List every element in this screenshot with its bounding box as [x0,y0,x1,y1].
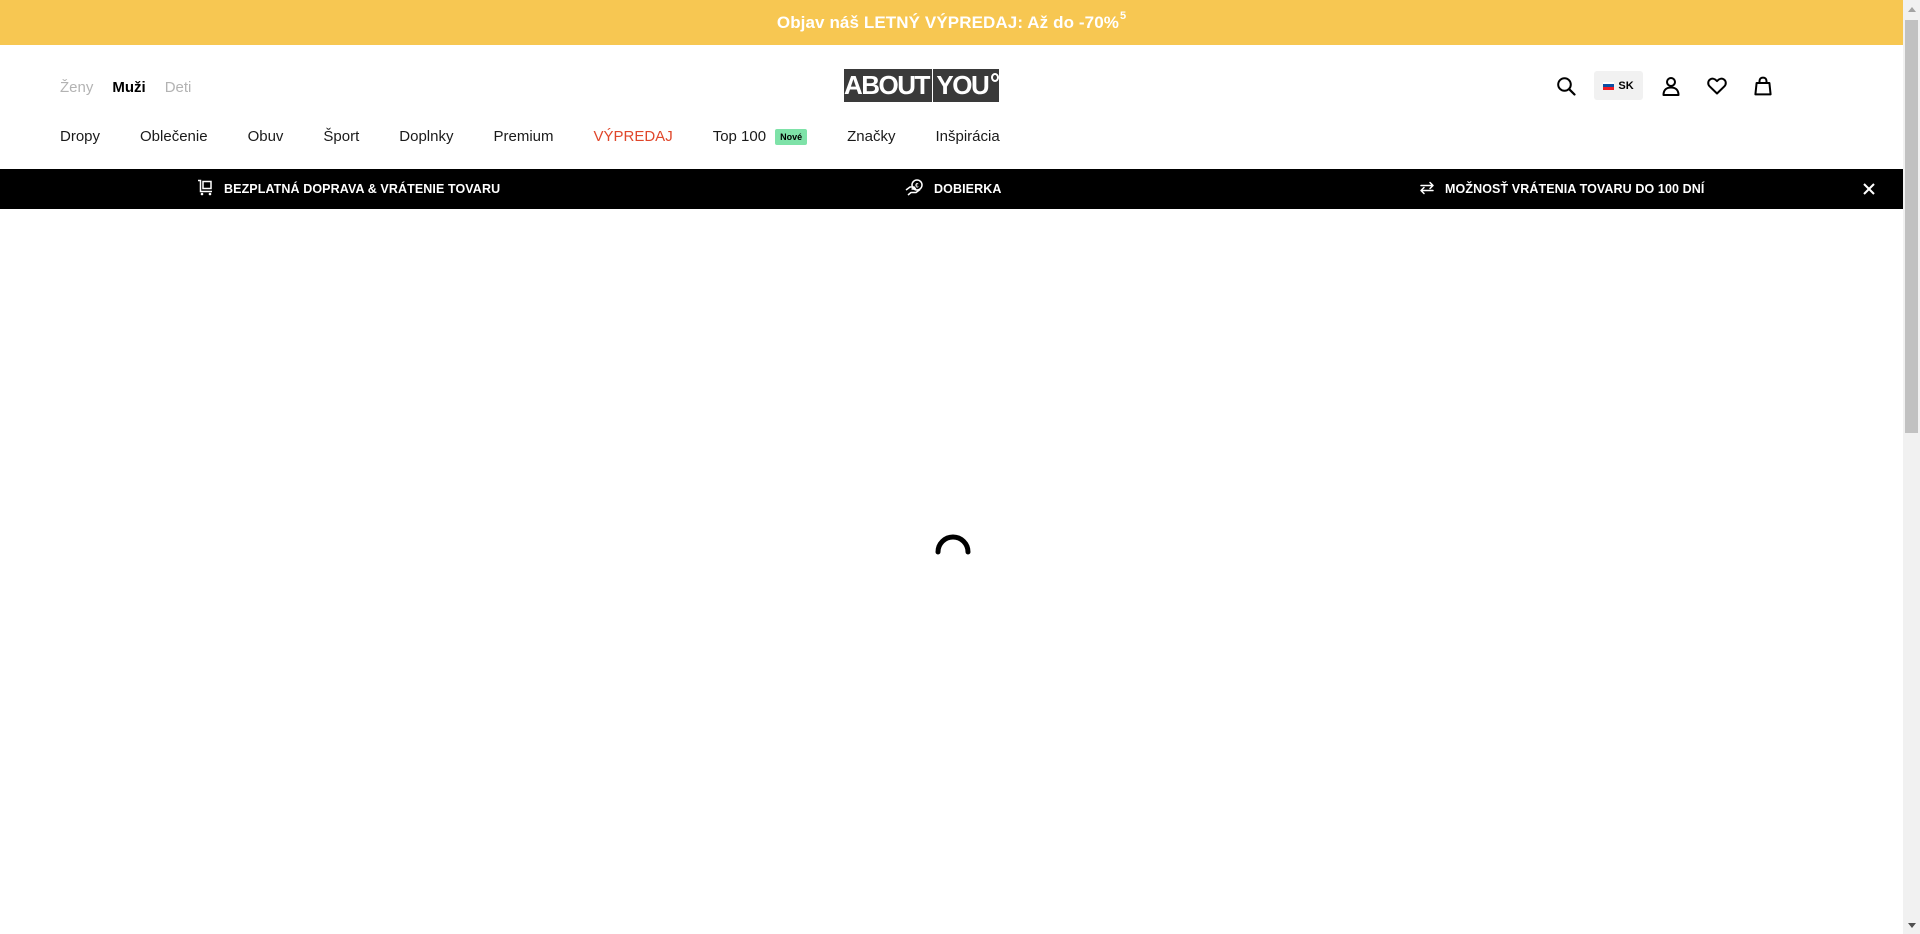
user-icon[interactable] [1658,73,1684,99]
nav-item-sale[interactable]: VÝPREDAJ [594,128,673,145]
search-icon[interactable] [1553,73,1579,99]
cart-icon [197,179,214,199]
nav-item-clothing[interactable]: Oblečenie [140,128,208,145]
site-header: Ženy Muži Deti ABOUT YOU SK Dropy Obleče… [0,45,1903,169]
usp-bar: BEZPLATNÁ DOPRAVA & VRÁTENIE TOVARU € DO… [0,169,1903,209]
new-badge: Nové [775,128,808,145]
nav-item-premium[interactable]: Premium [493,128,553,145]
main-nav: Dropy Oblečenie Obuv Šport Doplnky Premi… [60,128,1040,145]
bag-icon[interactable] [1750,73,1776,99]
usp-free-shipping: BEZPLATNÁ DOPRAVA & VRÁTENIE TOVARU [197,169,500,209]
nav-item-sport[interactable]: Šport [323,128,359,145]
nav-item-top-100-label: Top 100 [712,128,767,145]
promo-banner[interactable]: Objav náš LETNÝ VÝPREDAJ: Až do -70% 5 [0,0,1903,45]
loading-spinner-icon [933,533,973,563]
nav-item-shoes[interactable]: Obuv [248,128,284,145]
gender-tab-men[interactable]: Muži [112,79,145,96]
nav-item-accessories[interactable]: Doplnky [399,128,453,145]
gender-tab-kids[interactable]: Deti [165,79,192,96]
exchange-icon [1419,180,1435,199]
language-code: SK [1618,79,1634,92]
scroll-up-arrow-icon[interactable] [1903,0,1920,17]
usp-cash-on-delivery-label: DOBIERKA [934,182,1002,196]
logo-mark-icon [991,73,999,82]
header-actions: SK [1553,71,1776,100]
svg-text:€: € [915,183,919,189]
nav-item-drops[interactable]: Dropy [60,128,100,145]
scrollbar-thumb[interactable] [1905,20,1918,433]
usp-returns: MOŽNOSŤ VRÁTENIA TOVARU DO 100 DNÍ [1419,169,1704,209]
usp-returns-label: MOŽNOSŤ VRÁTENIA TOVARU DO 100 DNÍ [1445,182,1705,196]
usp-cash-on-delivery: € DOBIERKA [904,169,1001,209]
about-you-logo[interactable]: ABOUT YOU [844,69,999,102]
nav-item-top-100[interactable]: Top 100 Nové [712,128,808,145]
page: Objav náš LETNÝ VÝPREDAJ: Až do -70% 5 Že… [0,0,1903,934]
gender-tab-women[interactable]: Ženy [60,79,93,96]
heart-icon[interactable] [1704,73,1730,99]
close-icon[interactable] [1860,180,1878,198]
language-selector[interactable]: SK [1594,71,1643,100]
nav-item-inspiration[interactable]: Inšpirácia [935,128,999,145]
logo-word-you: YOU [936,70,989,100]
usp-free-shipping-label: BEZPLATNÁ DOPRAVA & VRÁTENIE TOVARU [224,182,501,196]
promo-footnote: 5 [1119,9,1127,22]
logo-word-about: ABOUT [844,70,930,100]
page-scrollbar[interactable] [1903,0,1920,934]
gender-switch: Ženy Muži Deti [60,79,191,96]
slovakia-flag-icon [1603,81,1615,90]
scroll-down-arrow-icon[interactable] [1903,917,1920,934]
nav-item-brands[interactable]: Značky [847,128,895,145]
promo-text: Objav náš LETNÝ VÝPREDAJ: Až do -70% [776,12,1119,32]
coins-icon: € [904,178,924,200]
